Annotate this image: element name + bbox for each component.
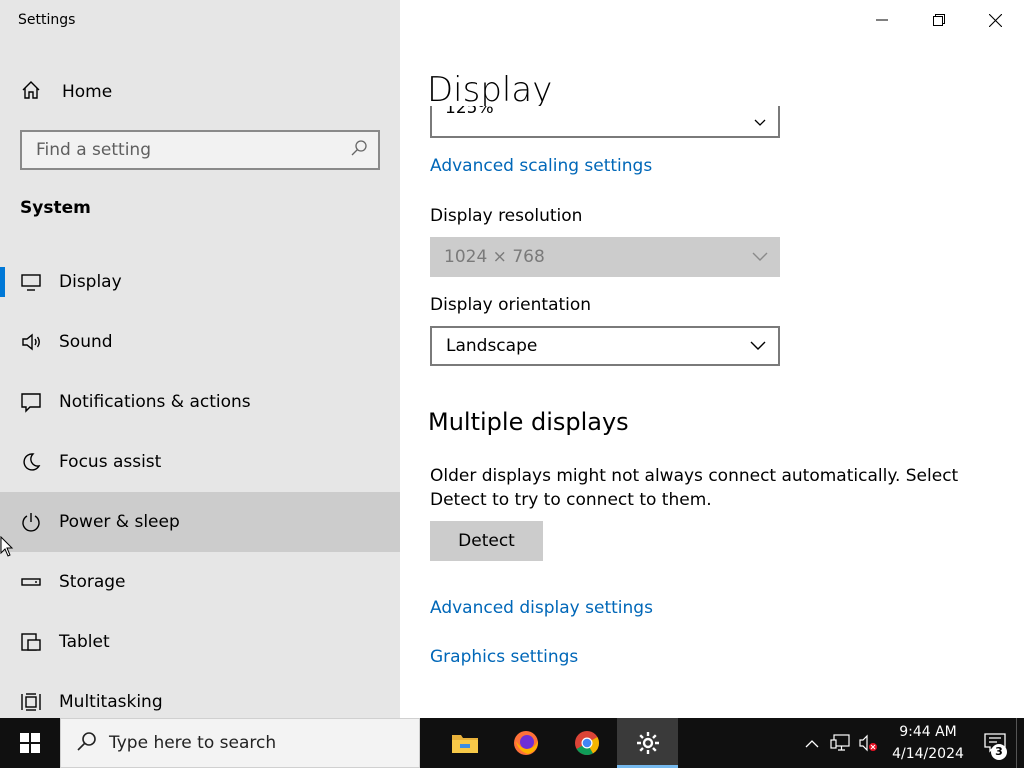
graphics-settings-link[interactable]: Graphics settings	[430, 647, 578, 667]
show-desktop-button[interactable]	[1016, 718, 1024, 768]
sidebar-item-label: Focus assist	[59, 452, 162, 472]
firefox-icon[interactable]	[495, 718, 556, 768]
taskbar-search-placeholder: Type here to search	[109, 733, 277, 753]
search-icon[interactable]	[350, 139, 368, 161]
home-label: Home	[62, 82, 113, 102]
home-nav-item[interactable]: Home	[0, 72, 400, 112]
taskbar-apps	[434, 718, 678, 768]
notification-icon	[20, 391, 42, 413]
minimize-button[interactable]	[853, 0, 910, 40]
sidebar-item-tablet[interactable]: Tablet	[0, 612, 400, 672]
system-tray: 9:44 AM 4/14/2024 3	[798, 718, 1024, 768]
sidebar-item-power-sleep[interactable]: Power & sleep	[0, 492, 400, 552]
notification-count-badge: 3	[991, 744, 1007, 760]
orientation-dropdown[interactable]: Landscape	[430, 326, 780, 366]
page-title: Display	[427, 70, 553, 110]
sidebar-item-label: Display	[59, 272, 122, 292]
sidebar-item-focus-assist[interactable]: Focus assist	[0, 432, 400, 492]
clock-date: 4/14/2024	[892, 746, 964, 762]
sidebar-item-notifications[interactable]: Notifications & actions	[0, 372, 400, 432]
section-heading: System	[20, 198, 91, 218]
storage-icon	[20, 571, 42, 593]
app-title: Settings	[18, 12, 76, 28]
search-icon	[77, 731, 97, 755]
taskbar-search-box[interactable]: Type here to search	[60, 718, 420, 768]
power-icon	[20, 511, 42, 533]
settings-gear-icon[interactable]	[617, 718, 678, 768]
multiple-displays-description: Older displays might not always connect …	[430, 466, 959, 510]
clock-time: 9:44 AM	[899, 724, 957, 740]
sidebar-item-label: Sound	[59, 332, 113, 352]
resolution-dropdown[interactable]: 1024 × 768	[430, 237, 780, 277]
sidebar-item-sound[interactable]: Sound	[0, 312, 400, 372]
tablet-icon	[20, 631, 42, 653]
scale-value: 125%	[445, 106, 494, 118]
find-setting-box[interactable]	[20, 130, 380, 170]
detect-button[interactable]: Detect	[430, 521, 543, 561]
resolution-value: 1024 × 768	[444, 247, 545, 267]
monitor-icon	[20, 271, 42, 293]
action-center-button[interactable]: 3	[974, 718, 1016, 768]
orientation-value: Landscape	[446, 336, 538, 356]
taskbar-clock[interactable]: 9:44 AM 4/14/2024	[886, 721, 970, 765]
sidebar-item-display[interactable]: Display	[0, 252, 400, 312]
selection-indicator	[0, 267, 5, 297]
moon-icon	[20, 451, 42, 473]
network-icon[interactable]	[826, 718, 854, 768]
mouse-cursor-icon	[0, 535, 14, 562]
taskbar: Type here to search 9:44 AM 4/14/2024 3	[0, 718, 1024, 768]
resolution-label: Display resolution	[430, 206, 583, 226]
multitasking-icon	[20, 691, 42, 713]
advanced-scaling-link[interactable]: Advanced scaling settings	[430, 156, 652, 176]
advanced-display-link[interactable]: Advanced display settings	[430, 598, 653, 618]
scale-dropdown[interactable]: 125%	[430, 106, 780, 138]
chevron-up-icon[interactable]	[798, 718, 826, 768]
nav-list: Display Sound Notifications & actions Fo…	[0, 252, 400, 718]
file-explorer-icon[interactable]	[434, 718, 495, 768]
chevron-down-icon	[754, 112, 766, 131]
windows-logo-icon	[20, 733, 40, 753]
window-controls	[853, 0, 1024, 40]
sidebar-item-label: Multitasking	[59, 692, 163, 712]
close-button[interactable]	[967, 0, 1024, 40]
speaker-icon	[20, 331, 42, 353]
sidebar: Settings Home System Display Sound	[0, 0, 400, 718]
restore-button[interactable]	[910, 0, 967, 40]
sidebar-item-storage[interactable]: Storage	[0, 552, 400, 612]
chrome-icon[interactable]	[556, 718, 617, 768]
home-icon	[20, 79, 42, 105]
volume-muted-icon[interactable]	[854, 718, 882, 768]
sidebar-item-label: Tablet	[59, 632, 110, 652]
sidebar-item-label: Notifications & actions	[59, 392, 251, 412]
sidebar-item-multitasking[interactable]: Multitasking	[0, 672, 400, 718]
start-button[interactable]	[0, 718, 60, 768]
sidebar-item-label: Storage	[59, 572, 126, 592]
content-pane: Display 125% Advanced scaling settings D…	[400, 0, 1024, 718]
orientation-label: Display orientation	[430, 295, 592, 315]
chevron-down-icon	[752, 247, 768, 267]
find-setting-input[interactable]	[22, 140, 350, 160]
multiple-displays-heading: Multiple displays	[428, 408, 629, 436]
chevron-down-icon	[750, 336, 766, 356]
sidebar-item-label: Power & sleep	[59, 512, 180, 532]
